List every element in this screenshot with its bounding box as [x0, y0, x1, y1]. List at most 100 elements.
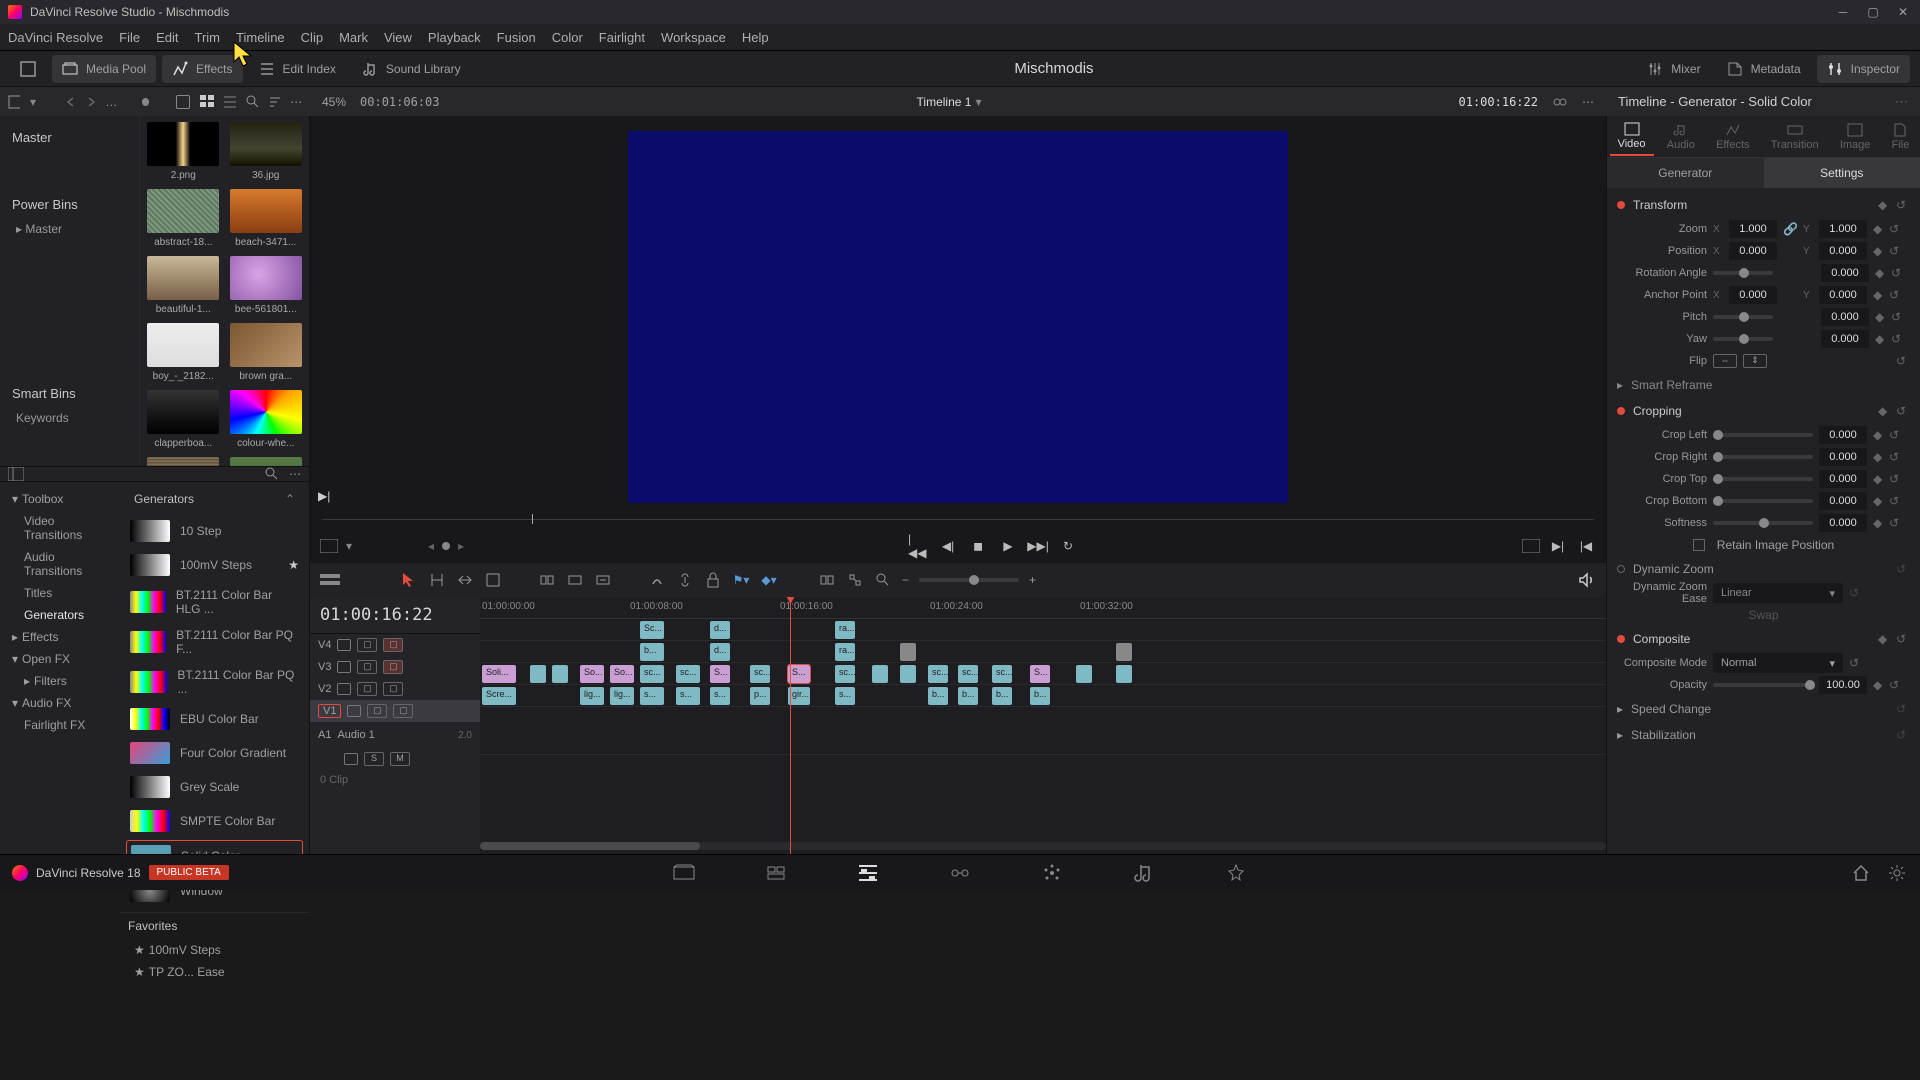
- effects-panel-layout-icon[interactable]: [8, 467, 24, 481]
- track-enable-icon[interactable]: ▢: [383, 682, 403, 696]
- track-header-v3[interactable]: V3▢▢: [310, 656, 480, 678]
- rotation-input[interactable]: [1821, 264, 1869, 282]
- fusion-page-icon[interactable]: [949, 862, 971, 884]
- selection-tool-icon[interactable]: [400, 571, 418, 589]
- clip-thumbnail[interactable]: 36.jpg: [229, 122, 304, 181]
- media-page-icon[interactable]: [673, 862, 695, 884]
- zoom-x-input[interactable]: [1729, 220, 1777, 238]
- menu-item[interactable]: Clip: [301, 30, 323, 45]
- openfx-folder[interactable]: ▾Open FX: [4, 648, 116, 670]
- auto-select-icon[interactable]: ▢: [367, 704, 387, 718]
- clip[interactable]: sc...: [835, 665, 855, 683]
- next-marker-icon[interactable]: ▸: [458, 539, 464, 553]
- titles[interactable]: Titles: [4, 582, 116, 604]
- inspector-toggle[interactable]: Inspector: [1817, 55, 1910, 83]
- inspector-tab-effects[interactable]: Effects: [1708, 119, 1757, 155]
- inspector-tab-image[interactable]: Image: [1832, 119, 1879, 155]
- track-disable-icon[interactable]: ▢: [383, 660, 403, 674]
- thumbnail-view-icon[interactable]: [200, 95, 214, 109]
- track-header-v2[interactable]: V2▢▢: [310, 678, 480, 700]
- project-settings-icon[interactable]: [1886, 862, 1908, 884]
- jump-end-icon[interactable]: ▶▶|: [1028, 536, 1048, 556]
- clip[interactable]: s...: [710, 687, 730, 705]
- softness-input[interactable]: [1819, 514, 1867, 532]
- generator-item[interactable]: BT.2111 Color Bar PQ ...: [126, 664, 303, 700]
- clip[interactable]: p...: [750, 687, 770, 705]
- pos-y-input[interactable]: [1819, 242, 1867, 260]
- clip[interactable]: s...: [640, 687, 664, 705]
- clip[interactable]: So...: [580, 665, 604, 683]
- position-lock-icon[interactable]: [704, 571, 722, 589]
- clip[interactable]: [530, 665, 546, 683]
- clip-thumbnail[interactable]: brown gra...: [229, 323, 304, 382]
- generator-item[interactable]: BT.2111 Color Bar HLG ...: [126, 584, 303, 620]
- search-icon[interactable]: [246, 95, 258, 109]
- crop-right-slider[interactable]: [1713, 455, 1813, 459]
- prev-clip-icon[interactable]: |◀: [1576, 536, 1596, 556]
- inspector-subtab-settings[interactable]: Settings: [1764, 158, 1920, 188]
- retain-checkbox[interactable]: [1693, 539, 1705, 551]
- menu-item[interactable]: Playback: [428, 30, 481, 45]
- prev-marker-icon[interactable]: ◂: [428, 539, 434, 553]
- flag-icon[interactable]: ⚑▾: [732, 571, 750, 589]
- lock-icon[interactable]: [347, 705, 361, 717]
- audio-monitor-icon[interactable]: [1578, 571, 1596, 589]
- anchor-x-input[interactable]: [1729, 286, 1777, 304]
- track-v1[interactable]: Scre... lig... lig... s... s... s... p..…: [480, 685, 1606, 707]
- replace-icon[interactable]: [594, 571, 612, 589]
- clip[interactable]: ra...: [835, 621, 855, 639]
- viewer[interactable]: ▶|: [310, 116, 1606, 511]
- clip[interactable]: sc...: [640, 665, 664, 683]
- anchor-y-input[interactable]: [1819, 286, 1867, 304]
- clip[interactable]: S...: [710, 665, 730, 683]
- menu-item[interactable]: Fusion: [497, 30, 536, 45]
- clip[interactable]: sc...: [958, 665, 978, 683]
- solo-button[interactable]: S: [364, 752, 384, 766]
- record-dot-icon[interactable]: [142, 98, 149, 106]
- clip[interactable]: b...: [1030, 687, 1050, 705]
- menu-item[interactable]: Trim: [195, 30, 221, 45]
- lock-icon[interactable]: [337, 639, 351, 651]
- crop-right-input[interactable]: [1819, 448, 1867, 466]
- snapping-icon[interactable]: [818, 571, 836, 589]
- inspector-tab-transition[interactable]: Transition: [1763, 119, 1827, 155]
- next-clip-icon[interactable]: ▶|: [1548, 536, 1568, 556]
- pitch-slider[interactable]: [1713, 315, 1773, 319]
- track-header-a1[interactable]: A1Audio 12.0: [310, 722, 480, 748]
- pitch-input[interactable]: [1821, 308, 1869, 326]
- section-speed[interactable]: ▸Speed Change↺: [1607, 696, 1920, 722]
- clip-thumbnail[interactable]: boy_-_2182...: [146, 323, 221, 382]
- color-page-icon[interactable]: [1041, 862, 1063, 884]
- audiofx-folder[interactable]: ▾Audio FX: [4, 692, 116, 714]
- clip-selected[interactable]: S...: [788, 665, 810, 683]
- lock-icon[interactable]: [337, 661, 351, 673]
- clip-thumbnail[interactable]: colour-whe...: [229, 390, 304, 449]
- rotation-slider[interactable]: [1713, 271, 1773, 275]
- fullscreen-toggle[interactable]: [10, 55, 46, 83]
- generator-item[interactable]: Grey Scale: [126, 772, 303, 802]
- sort-icon[interactable]: [268, 95, 280, 109]
- timeline-ruler[interactable]: 01:00:00:00 01:00:08:00 01:00:16:00 01:0…: [480, 597, 1606, 619]
- clip[interactable]: lig...: [610, 687, 634, 705]
- loop-icon[interactable]: ↻: [1058, 536, 1078, 556]
- generators[interactable]: Generators: [4, 604, 116, 626]
- dynamic-trim-icon[interactable]: [456, 571, 474, 589]
- bin-master[interactable]: Master: [8, 124, 131, 151]
- clip-thumbnail[interactable]: desert-471...: [146, 457, 221, 466]
- clip[interactable]: d...: [710, 621, 730, 639]
- step-back-icon[interactable]: ◀|: [938, 536, 958, 556]
- collapse-icon[interactable]: ⌃: [285, 492, 295, 506]
- timeline-timecode[interactable]: 01:00:16:22: [310, 597, 480, 634]
- section-stabilization[interactable]: ▸Stabilization↺: [1607, 722, 1920, 748]
- track-a1-controls[interactable]: SM: [310, 748, 480, 770]
- crop-top-slider[interactable]: [1713, 477, 1813, 481]
- mute-button[interactable]: M: [390, 752, 410, 766]
- opacity-input[interactable]: [1819, 676, 1867, 694]
- bin-keywords[interactable]: Keywords: [8, 407, 131, 429]
- minimize-button[interactable]: ─: [1834, 3, 1852, 21]
- clip[interactable]: [1116, 665, 1132, 683]
- menu-item[interactable]: View: [384, 30, 412, 45]
- yaw-input[interactable]: [1821, 330, 1869, 348]
- generator-item[interactable]: 100mV Steps★: [126, 550, 303, 580]
- filters[interactable]: ▸Filters: [4, 670, 116, 692]
